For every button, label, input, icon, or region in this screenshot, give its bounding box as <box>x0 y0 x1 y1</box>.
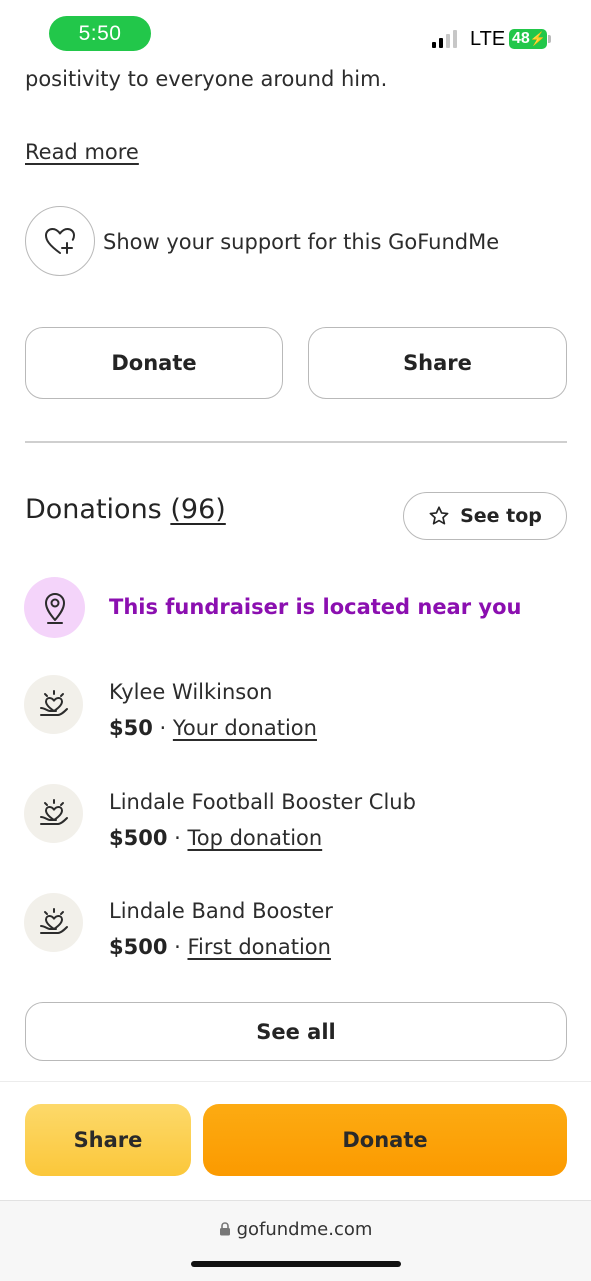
support-button[interactable] <box>25 206 95 276</box>
network-type: LTE <box>470 28 506 50</box>
separator: · <box>167 935 188 959</box>
donation-detail: $500 · First donation <box>109 932 331 962</box>
donations-heading: Donations (96) <box>25 492 226 528</box>
heart-hand-icon <box>39 907 68 934</box>
divider <box>25 441 567 443</box>
donation-detail: $50 · Your donation <box>109 713 317 743</box>
charging-icon: ⚡ <box>529 31 546 46</box>
share-button[interactable]: Share <box>308 327 567 399</box>
donation-amount: $50 <box>109 716 153 740</box>
home-indicator[interactable] <box>191 1261 401 1267</box>
donate-button[interactable]: Donate <box>25 327 283 399</box>
donation-amount: $500 <box>109 935 168 959</box>
see-top-button[interactable]: See top <box>403 492 567 540</box>
signal-icon <box>432 30 457 48</box>
donation-tag-link[interactable]: First donation <box>187 935 330 959</box>
donor-avatar <box>24 675 83 734</box>
donation-tag-link[interactable]: Your donation <box>173 716 317 740</box>
donation-tag-link[interactable]: Top donation <box>187 826 322 850</box>
heart-hand-icon <box>39 689 68 716</box>
status-time: 5:50 <box>49 16 151 51</box>
donor-avatar <box>24 893 83 952</box>
donor-name: Lindale Band Booster <box>109 899 333 923</box>
donation-detail: $500 · Top donation <box>109 823 322 853</box>
star-icon <box>429 506 449 525</box>
donor-avatar <box>24 784 83 843</box>
donations-count-link[interactable]: (96) <box>170 494 225 525</box>
location-pin-icon <box>44 592 65 624</box>
url-display[interactable]: gofundme.com <box>0 1218 591 1242</box>
location-notice: This fundraiser is located near you <box>109 595 522 619</box>
support-label: Show your support for this GoFundMe <box>103 230 500 254</box>
see-top-label: See top <box>460 505 542 527</box>
story-text: positivity to everyone around him. <box>25 67 388 91</box>
donation-amount: $500 <box>109 826 168 850</box>
heart-hand-icon <box>39 798 68 825</box>
location-badge <box>24 577 85 638</box>
separator: · <box>152 716 173 740</box>
url-text: gofundme.com <box>236 1219 373 1240</box>
separator: · <box>167 826 188 850</box>
battery-level: 48⚡ <box>509 29 547 49</box>
donor-name: Lindale Football Booster Club <box>109 790 416 814</box>
heart-plus-icon <box>45 228 75 254</box>
donations-title: Donations <box>25 494 162 525</box>
see-all-button[interactable]: See all <box>25 1002 567 1061</box>
donor-name: Kylee Wilkinson <box>109 680 273 704</box>
lock-icon <box>219 1222 230 1236</box>
bottom-share-button[interactable]: Share <box>25 1104 191 1176</box>
read-more-link[interactable]: Read more <box>25 137 139 167</box>
bottom-donate-button[interactable]: Donate <box>203 1104 567 1176</box>
battery-tip <box>548 35 551 43</box>
